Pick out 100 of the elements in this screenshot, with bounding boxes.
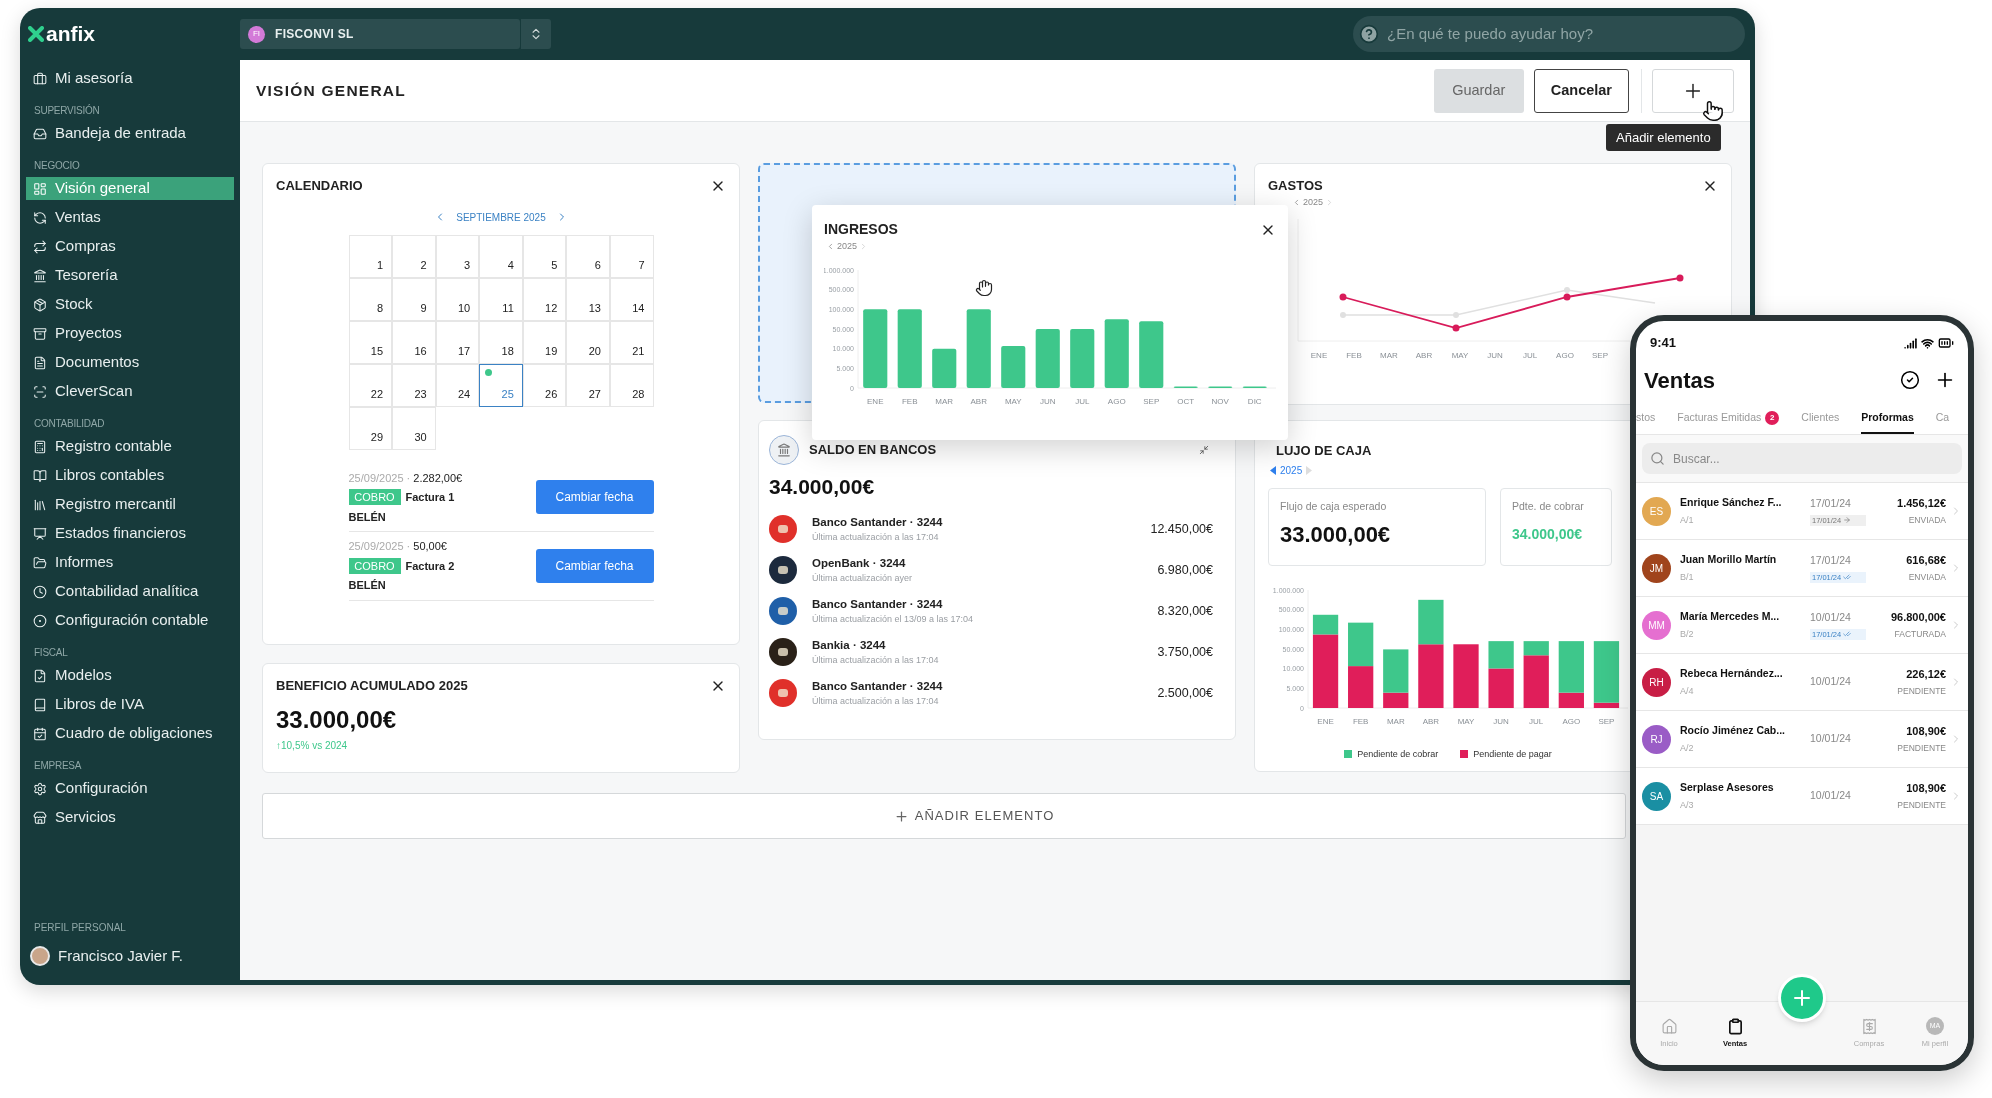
- kpi-value: 33.000,00€: [1280, 521, 1392, 550]
- kpi-label: Pdte. de cobrar: [1512, 498, 1585, 514]
- calendar-day[interactable]: 16: [392, 320, 436, 364]
- change-date-button[interactable]: Cambiar fecha: [535, 548, 654, 583]
- add-element-button[interactable]: [1652, 68, 1734, 113]
- sidebar-item[interactable]: Libros contables: [26, 464, 234, 487]
- sidebar-item[interactable]: CleverScan: [26, 380, 234, 403]
- book-icon: [33, 697, 47, 712]
- sidebar-item[interactable]: Mi asesoría: [26, 67, 234, 90]
- sidebar-item[interactable]: Ventas: [26, 206, 234, 229]
- calendar-day[interactable]: 15: [348, 320, 393, 364]
- calendar-day[interactable]: 17: [435, 320, 480, 364]
- book-icon: [33, 468, 47, 483]
- sidebar-item[interactable]: Stock: [26, 293, 234, 316]
- sidebar-item[interactable]: Modelos: [26, 664, 234, 687]
- tab[interactable]: Facturas Emitidas 2: [1677, 404, 1780, 434]
- calendar-day[interactable]: 10: [435, 277, 480, 321]
- store-icon: [33, 810, 47, 825]
- year-label: 2025: [1280, 463, 1303, 478]
- sidebar-item[interactable]: Registro mercantil: [26, 493, 234, 516]
- sidebar-item[interactable]: Configuración contable: [26, 609, 234, 632]
- calendar-day[interactable]: 21: [609, 320, 654, 364]
- calendar-day[interactable]: 1: [348, 234, 393, 278]
- list-row[interactable]: SA Serplase Asesores A/3 10/01/24 108,90€ PENDIENTE: [1636, 768, 1968, 825]
- profit-change: ↑10,5% vs 2024: [276, 738, 349, 753]
- profile-link[interactable]: Francisco Javier F.: [26, 944, 234, 967]
- calendar-day[interactable]: 7: [609, 234, 654, 278]
- document-status: PENDIENTE: [1897, 799, 1946, 813]
- calendar-day[interactable]: 26: [522, 363, 567, 407]
- add-element-bar[interactable]: AÑADIR ELEMENTO: [262, 793, 1626, 839]
- change-date-button[interactable]: Cambiar fecha: [535, 480, 654, 515]
- calendar-day[interactable]: 9: [392, 277, 436, 321]
- list-row[interactable]: RH Rebeca Hernández... A/4 10/01/24 226,12€ PENDIENTE: [1636, 654, 1968, 711]
- card-title: LUJO DE CAJA: [1276, 442, 1372, 460]
- calendar-day[interactable]: 20: [566, 320, 610, 364]
- account-updated: Última actualización a las 17:04: [812, 653, 940, 667]
- company-avatar: FI: [248, 25, 265, 43]
- calendar-day[interactable]: 13: [566, 277, 610, 321]
- header-button[interactable]: Cancelar: [1533, 68, 1629, 113]
- sidebar-item[interactable]: Configuración: [26, 777, 234, 800]
- calendar-day[interactable]: 12: [522, 277, 567, 321]
- calendar-day[interactable]: 5: [522, 234, 567, 278]
- assistant-input[interactable]: ¿En qué te puedo ayudar hoy?: [1387, 22, 1739, 46]
- calendar-day[interactable]: 29: [348, 406, 393, 450]
- scan-icon: [33, 384, 47, 399]
- sidebar-item[interactable]: Proyectos: [26, 322, 234, 345]
- calendar-day[interactable]: 22: [348, 363, 393, 407]
- calendar-day[interactable]: 6: [566, 234, 610, 278]
- calendar-day[interactable]: 23: [392, 363, 436, 407]
- chart-bar: [1035, 328, 1060, 388]
- axis-label: JUL: [1529, 716, 1544, 726]
- repeat-icon: [33, 239, 47, 254]
- calendar-day[interactable]: 4: [479, 234, 523, 278]
- account-amount: 6.980,00€: [1157, 561, 1213, 579]
- calendar-day[interactable]: 11: [479, 277, 523, 321]
- list-row[interactable]: RJ Rocío Jiménez Cab... A/2 10/01/24 108,90€ PENDIENTE: [1636, 711, 1968, 768]
- assistant-search-field[interactable]: ¿En qué te puedo ayudar hoy?: [1353, 16, 1745, 52]
- calendar-day[interactable]: 25: [479, 363, 523, 407]
- document-code: A/4: [1680, 684, 1695, 698]
- calendar-day[interactable]: 14: [609, 277, 654, 321]
- axis-label: AGO: [1562, 716, 1581, 726]
- tooltip: Añadir elemento: [1606, 124, 1721, 151]
- sidebar-item[interactable]: Libros de IVA: [26, 693, 234, 716]
- event-date: 25/09/2025 ·: [348, 470, 411, 486]
- account-updated: Última actualización el 13/09 a las 17:04: [812, 612, 975, 626]
- document-status: PENDIENTE: [1897, 685, 1946, 699]
- clock-icon: [33, 584, 47, 599]
- company-selector[interactable]: FI FISCONVI SL: [240, 19, 520, 49]
- calendar-day[interactable]: 19: [522, 320, 567, 364]
- document-status: ENVIADA: [1908, 571, 1946, 585]
- sidebar-item[interactable]: Documentos: [26, 351, 234, 374]
- screen-title: Ventas: [1644, 366, 1715, 395]
- calendar-day[interactable]: 24: [435, 363, 480, 407]
- sidebar-item[interactable]: Registro contable: [26, 435, 234, 458]
- previous-year-icon[interactable]: [1270, 465, 1276, 475]
- calendar-day[interactable]: 28: [609, 363, 654, 407]
- axis-label: SEP: [1143, 396, 1160, 406]
- calendar-day[interactable]: 18: [479, 320, 523, 364]
- sidebar-item[interactable]: Servicios: [26, 806, 234, 829]
- minimize-button[interactable]: [1199, 445, 1209, 455]
- document-date: 10/01/24: [1810, 788, 1852, 804]
- archive-icon: [33, 326, 47, 341]
- axis-label: JUN: [1039, 396, 1056, 406]
- sidebar-item[interactable]: Bandeja de entrada: [26, 122, 234, 145]
- sidebar-item[interactable]: Contabilidad analítica: [26, 580, 234, 603]
- clipboard-icon: [1726, 1017, 1744, 1035]
- sidebar-item[interactable]: Informes: [26, 551, 234, 574]
- calendar-day[interactable]: 27: [566, 363, 610, 407]
- calendar-day[interactable]: 2: [392, 234, 436, 278]
- calendar-day[interactable]: 30: [392, 406, 436, 450]
- calendar-day[interactable]: 8: [348, 277, 393, 321]
- search-field[interactable]: Buscar...: [1642, 443, 1962, 474]
- sidebar-item[interactable]: Tesorería: [26, 264, 234, 287]
- file-check-icon: [33, 668, 47, 683]
- calendar-day[interactable]: 3: [435, 234, 480, 278]
- sidebar-item[interactable]: Compras: [26, 235, 234, 258]
- sidebar-item[interactable]: Cuadro de obligaciones: [26, 722, 234, 745]
- sidebar-item[interactable]: Estados financieros: [26, 522, 234, 545]
- select-button[interactable]: [1900, 370, 1920, 390]
- sidebar-section-title: PERFIL PERSONAL: [33, 920, 127, 935]
